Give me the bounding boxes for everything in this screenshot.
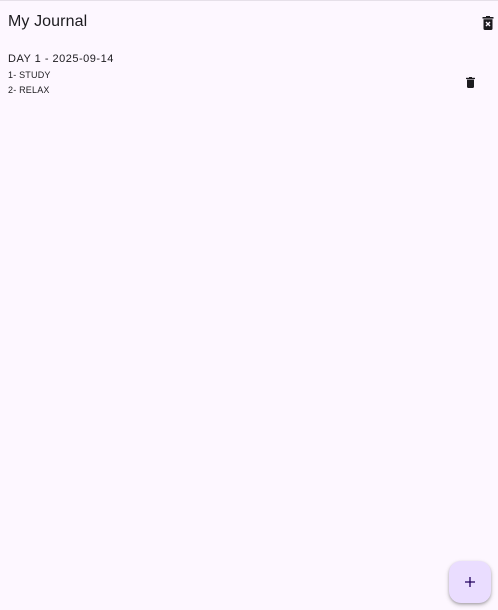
entry-title: DAY 1 - 2025-09-14: [8, 53, 114, 65]
entry-line: 1- STUDY: [8, 70, 51, 80]
delete-entry-button[interactable]: [463, 75, 477, 89]
delete-icon: [465, 76, 475, 88]
page-title: My Journal: [8, 13, 88, 30]
app-bar: My Journal: [0, 1, 498, 43]
add-entry-button[interactable]: [449, 561, 491, 603]
delete-forever-icon: [482, 16, 494, 30]
journal-entry[interactable]: DAY 1 - 2025-09-14 1- STUDY 2- RELAX: [0, 47, 498, 101]
delete-all-button[interactable]: [479, 14, 497, 32]
entry-line: 2- RELAX: [8, 85, 50, 95]
plus-icon: [465, 577, 475, 587]
journal-app: My Journal DAY 1 - 2025-09-14 1- STUDY 2…: [0, 0, 498, 610]
